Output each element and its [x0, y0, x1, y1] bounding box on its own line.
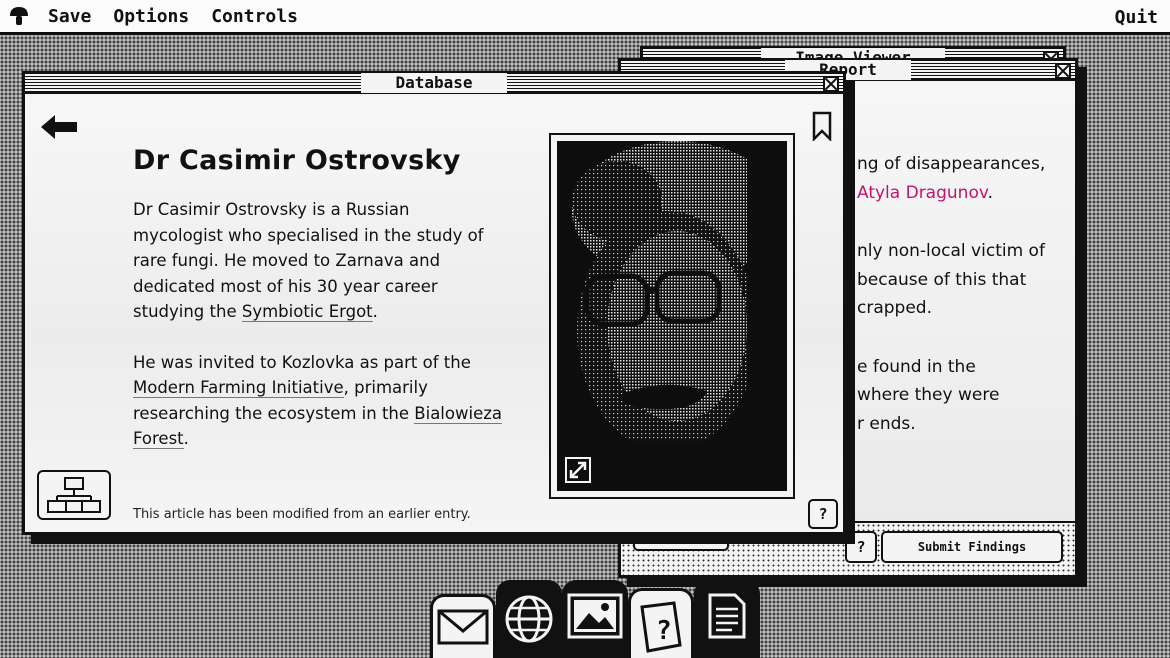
link-symbiotic-ergot[interactable]: Symbiotic Ergot [241, 302, 373, 322]
menu-options[interactable]: Options [113, 6, 189, 27]
report-line: because of this that [857, 269, 1027, 290]
dock-report[interactable] [694, 580, 760, 658]
svg-text:?: ? [656, 616, 672, 646]
report-line: nly non-local victim of [857, 241, 1045, 261]
dock-help[interactable]: ? [628, 588, 694, 658]
expand-icon[interactable] [565, 457, 591, 483]
article-heading: Dr Casimir Ostrovsky [133, 145, 461, 176]
back-arrow-icon[interactable] [39, 113, 79, 141]
menu-save[interactable]: Save [48, 6, 91, 27]
report-help-button[interactable]: ? [845, 531, 877, 563]
report-line: r ends. [857, 413, 916, 434]
portrait-frame [549, 133, 795, 499]
menu-quit[interactable]: Quit [1115, 7, 1158, 28]
database-window[interactable]: Database Dr Casimir Ostrovsky Dr Casimir… [22, 71, 846, 535]
article-paragraph-1: Dr Casimir Ostrovsky is a Russian mycolo… [133, 197, 503, 325]
database-titlebar[interactable]: Database [25, 72, 843, 94]
database-body: Dr Casimir Ostrovsky Dr Casimir Ostrovsk… [25, 97, 843, 532]
database-close-icon[interactable] [823, 76, 839, 92]
hierarchy-icon [47, 477, 101, 513]
report-text: ng of disappearances, Atyla Dragunov. nl… [857, 150, 1075, 468]
report-paragraph-1: ng of disappearances, Atyla Dragunov. [857, 150, 1075, 207]
article-text: . [372, 302, 378, 321]
link-modern-farming-initiative[interactable]: Modern Farming Initiative [133, 378, 344, 398]
help-book-icon: ? [640, 601, 682, 653]
connection-map-button[interactable] [37, 470, 111, 520]
article-modified-note: This article has been modified from an e… [133, 507, 471, 522]
article-paragraph-2: He was invited to Kozlovka as part of th… [133, 350, 503, 452]
document-icon [708, 593, 746, 639]
report-paragraph-2: nly non-local victim of because of this … [857, 237, 1075, 323]
report-line: crapped. [857, 298, 932, 318]
report-person-link[interactable]: Atyla Dragunov [857, 183, 988, 203]
article-body: Dr Casimir Ostrovsky is a Russian mycolo… [133, 197, 503, 477]
report-line: e found in the [857, 356, 976, 377]
bookmark-icon[interactable] [811, 111, 833, 141]
article-text: . [183, 429, 189, 448]
report-line: ng of disappearances, [857, 154, 1046, 174]
report-punct: . [987, 182, 993, 203]
dock-mail[interactable] [430, 594, 496, 658]
image-icon [567, 593, 623, 639]
mushroom-logo-icon[interactable] [8, 5, 30, 27]
submit-findings-button[interactable]: Submit Findings [881, 531, 1063, 563]
dock-image-viewer[interactable] [562, 580, 628, 658]
globe-icon [505, 595, 553, 643]
portrait-photo[interactable] [557, 141, 787, 491]
database-help-button[interactable]: ? [808, 499, 838, 529]
mail-icon [437, 609, 489, 645]
portrait-image [557, 141, 787, 491]
report-close-icon[interactable] [1055, 63, 1071, 79]
report-line: where they were [857, 385, 1000, 405]
report-paragraph-3: e found in the where they were r ends. [857, 353, 1075, 439]
article-text: He was invited to Kozlovka as part of th… [133, 352, 471, 372]
dock-browser[interactable] [496, 580, 562, 658]
menu-controls[interactable]: Controls [211, 6, 298, 27]
database-title: Database [361, 72, 507, 93]
dock: ? [428, 578, 768, 658]
menu-bar: Save Options Controls Quit [0, 0, 1170, 35]
